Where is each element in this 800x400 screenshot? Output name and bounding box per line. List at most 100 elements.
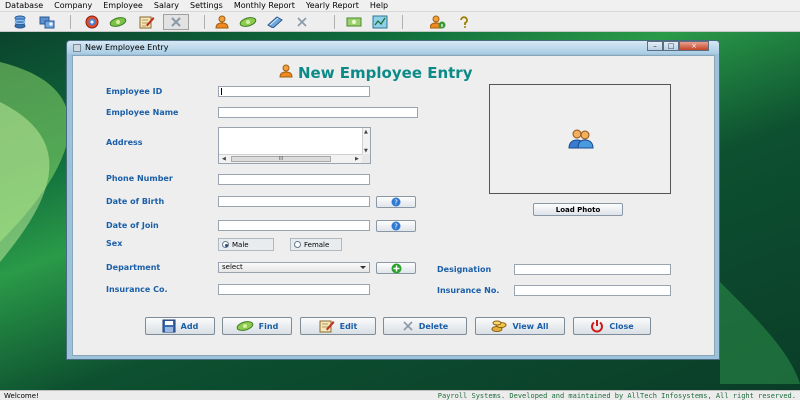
employee-entry-window: New Employee Entry – □ × New Employee En…: [66, 40, 720, 360]
toolbar-separator: [334, 15, 335, 29]
users-placeholder-icon: [567, 129, 595, 152]
employee-name-label: Employee Name: [106, 108, 179, 117]
form-heading: New Employee Entry: [279, 64, 473, 82]
coins-icon: [491, 319, 507, 333]
help-icon: ?: [391, 221, 401, 231]
java-window-icon: [73, 43, 81, 52]
close-button[interactable]: Close: [573, 317, 651, 335]
menu-database[interactable]: Database: [0, 1, 49, 10]
doj-picker-button[interactable]: ?: [376, 220, 416, 232]
female-label: Female: [304, 240, 330, 249]
view-all-button[interactable]: View All: [475, 317, 565, 335]
help-icon: ?: [391, 197, 401, 207]
edit-icon[interactable]: [137, 14, 157, 30]
radio-unselected-icon: [294, 241, 301, 248]
add-department-button[interactable]: [376, 262, 416, 274]
salary-money-icon[interactable]: [344, 14, 364, 30]
load-photo-button[interactable]: Load Photo: [533, 203, 623, 216]
menu-employee[interactable]: Employee: [98, 1, 149, 10]
menu-monthly-report[interactable]: Monthly Report: [229, 1, 301, 10]
add-label: Add: [180, 321, 199, 331]
database-icon[interactable]: [10, 14, 30, 30]
money-icon[interactable]: [108, 14, 128, 30]
dob-label: Date of Birth: [106, 197, 165, 206]
close-label: Close: [609, 321, 634, 331]
toolbar: [0, 12, 800, 32]
window-title: New Employee Entry: [85, 43, 169, 52]
menu-bar: Database Company Employee Salary Setting…: [0, 0, 800, 12]
insurance-co-label: Insurance Co.: [106, 285, 168, 294]
address-horizontal-scrollbar[interactable]: ◀ III ▶: [219, 154, 363, 163]
male-label: Male: [232, 240, 249, 249]
menu-settings[interactable]: Settings: [185, 1, 229, 10]
department-value: select: [222, 263, 243, 271]
svg-text:?: ?: [394, 223, 398, 231]
radio-selected-icon: [222, 241, 229, 248]
scroll-left-arrow[interactable]: ◀: [222, 156, 226, 162]
view-all-label: View All: [512, 321, 549, 331]
add-button[interactable]: Add: [145, 317, 215, 335]
edit-icon: [319, 319, 335, 333]
svg-text:?: ?: [394, 199, 398, 207]
save-icon: [162, 319, 176, 333]
dob-picker-button[interactable]: ?: [376, 196, 416, 208]
edit-label: Edit: [339, 321, 358, 331]
scroll-up-arrow[interactable]: ▲: [364, 129, 368, 135]
scroll-thumb[interactable]: III: [231, 156, 331, 162]
find-money-icon[interactable]: [238, 14, 258, 30]
sex-female-radio[interactable]: Female: [290, 238, 342, 251]
dob-input[interactable]: [218, 196, 370, 207]
menu-yearly-report[interactable]: Yearly Report: [301, 1, 365, 10]
heading-text: New Employee Entry: [298, 64, 473, 82]
user-icon: [279, 64, 293, 82]
insurance-co-input[interactable]: [218, 284, 370, 295]
close-window-button[interactable]: ×: [679, 41, 709, 51]
employee-id-label: Employee ID: [106, 87, 163, 96]
menu-salary[interactable]: Salary: [149, 1, 185, 10]
doj-input[interactable]: [218, 220, 370, 231]
find-button[interactable]: Find: [222, 317, 292, 335]
maximize-button[interactable]: □: [663, 41, 679, 51]
department-select[interactable]: select: [218, 262, 370, 273]
plus-icon: [391, 263, 401, 273]
employee-record-icon[interactable]: [82, 14, 102, 30]
toolbar-separator: [402, 15, 403, 29]
scroll-right-arrow[interactable]: ▶: [355, 156, 359, 162]
sex-male-radio[interactable]: Male: [218, 238, 274, 251]
designation-input[interactable]: [514, 264, 671, 275]
users-icon[interactable]: [212, 14, 232, 30]
edit-button[interactable]: Edit: [300, 317, 376, 335]
address-vertical-scrollbar[interactable]: ▲ ▼: [362, 128, 370, 155]
toolbar-separator: [204, 15, 205, 29]
menu-help[interactable]: Help: [365, 1, 394, 10]
money-icon: [236, 320, 254, 332]
window-titlebar[interactable]: New Employee Entry – □ ×: [67, 41, 719, 54]
address-label: Address: [106, 138, 143, 147]
delete-icon[interactable]: [163, 14, 189, 30]
form-panel: New Employee Entry Employee ID Employee …: [72, 55, 715, 356]
info-user-icon[interactable]: [428, 14, 448, 30]
delete-x-icon[interactable]: [292, 14, 312, 30]
phone-label: Phone Number: [106, 174, 173, 183]
employee-id-input[interactable]: [218, 86, 370, 97]
delete-x-icon: [402, 320, 414, 332]
insurance-no-label: Insurance No.: [437, 286, 500, 295]
insurance-no-input[interactable]: [514, 285, 671, 296]
company-add-icon[interactable]: [37, 14, 57, 30]
menu-company[interactable]: Company: [49, 1, 98, 10]
delete-button[interactable]: Delete: [383, 317, 467, 335]
find-label: Find: [258, 321, 279, 331]
department-label: Department: [106, 263, 161, 272]
phone-input[interactable]: [218, 174, 370, 185]
list-icon[interactable]: [265, 14, 285, 30]
help-icon[interactable]: [454, 14, 474, 30]
chevron-down-icon: [360, 266, 366, 269]
doj-label: Date of Join: [106, 221, 159, 230]
employee-name-input[interactable]: [218, 107, 418, 118]
power-icon: [590, 319, 604, 333]
minimize-button[interactable]: –: [647, 41, 663, 51]
status-copyright: Payroll Systems. Developed and maintaine…: [437, 391, 796, 400]
address-textarea[interactable]: ▲ ▼ ◀ III ▶: [218, 127, 371, 164]
status-welcome: Welcome!: [4, 391, 39, 400]
report-icon[interactable]: [370, 14, 390, 30]
